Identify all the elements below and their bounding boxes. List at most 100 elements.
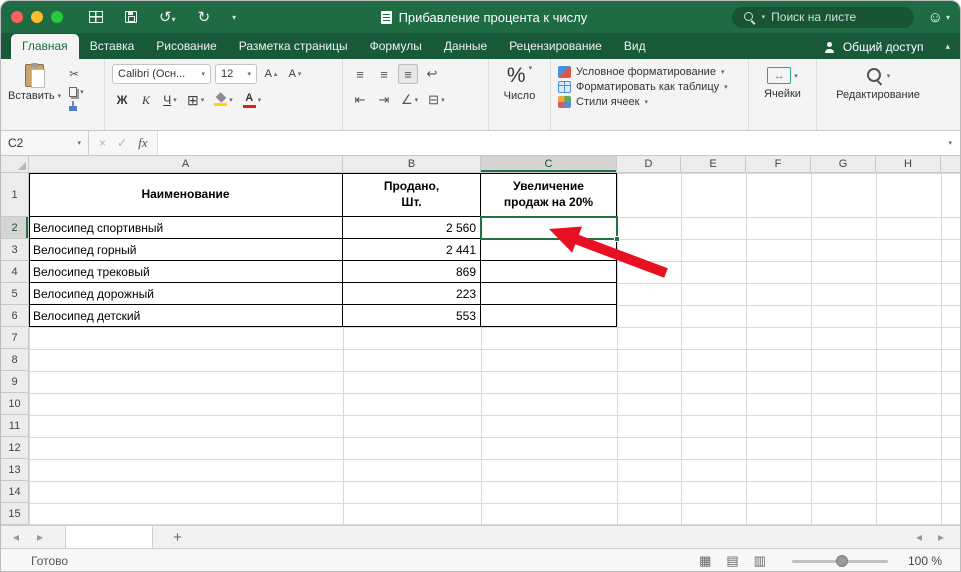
row-header-9[interactable]: 9 bbox=[1, 371, 29, 393]
font-name-select[interactable]: Calibri (Осн... ▾ bbox=[112, 64, 211, 84]
row-header-8[interactable]: 8 bbox=[1, 349, 29, 371]
zoom-slider-thumb[interactable] bbox=[835, 554, 848, 567]
cell-B6[interactable]: 553 bbox=[343, 305, 481, 327]
cancel-entry-icon[interactable]: × bbox=[99, 136, 106, 150]
column-header-C[interactable]: C bbox=[481, 156, 617, 173]
cell-B2[interactable]: 2 560 bbox=[343, 217, 481, 239]
cell-A5[interactable]: Велосипед дорожный bbox=[29, 283, 343, 305]
font-size-select[interactable]: 12 ▾ bbox=[215, 64, 257, 84]
cell-B3[interactable]: 2 441 bbox=[343, 239, 481, 261]
cell-C4[interactable] bbox=[481, 261, 617, 283]
tab-draw[interactable]: Рисование bbox=[145, 34, 227, 59]
row-header-2[interactable]: 2 bbox=[1, 217, 29, 239]
increase-font-button[interactable]: A ▴ bbox=[261, 64, 281, 84]
number-format-label[interactable]: Число bbox=[504, 90, 536, 102]
bold-button[interactable]: Ж bbox=[112, 90, 132, 110]
paste-button[interactable]: Вставить ▾ bbox=[8, 63, 61, 125]
merge-center-button[interactable]: ⊟ ▾ bbox=[425, 90, 447, 110]
row-header-15[interactable]: 15 bbox=[1, 503, 29, 525]
zoom-level-label[interactable]: 100 % bbox=[908, 554, 942, 568]
insert-function-icon[interactable]: fx bbox=[138, 135, 147, 151]
tab-page-layout[interactable]: Разметка страницы bbox=[228, 34, 359, 59]
redo-button[interactable]: ↻ bbox=[198, 8, 211, 26]
align-middle-button[interactable]: ≡ bbox=[374, 64, 394, 84]
row-header-4[interactable]: 4 bbox=[1, 261, 29, 283]
close-window-button[interactable] bbox=[11, 11, 23, 23]
column-header-A[interactable]: A bbox=[29, 156, 343, 173]
undo-button[interactable]: ↺▾ bbox=[159, 8, 176, 26]
zoom-slider[interactable] bbox=[791, 554, 888, 567]
minimize-window-button[interactable] bbox=[31, 11, 43, 23]
borders-button[interactable]: ⊞ ▾ bbox=[184, 90, 207, 110]
cell-styles-button[interactable]: Стили ячеек ▾ bbox=[558, 96, 741, 108]
collapse-ribbon-icon[interactable]: ▴ bbox=[945, 41, 950, 59]
row-header-7[interactable]: 7 bbox=[1, 327, 29, 349]
view-grid-icon[interactable] bbox=[89, 11, 103, 23]
formula-input[interactable] bbox=[158, 131, 941, 155]
row-header-5[interactable]: 5 bbox=[1, 283, 29, 305]
row-header-13[interactable]: 13 bbox=[1, 459, 29, 481]
tab-formulas[interactable]: Формулы bbox=[359, 34, 433, 59]
column-header-H[interactable]: H bbox=[876, 156, 941, 173]
tab-home[interactable]: Главная bbox=[11, 34, 79, 59]
cell-C3[interactable] bbox=[481, 239, 617, 261]
format-painter-button[interactable] bbox=[69, 101, 84, 111]
find-select-button[interactable]: ▾ bbox=[866, 67, 890, 84]
column-header-G[interactable]: G bbox=[811, 156, 876, 173]
cell-A1[interactable]: Наименование bbox=[29, 173, 343, 217]
decrease-font-button[interactable]: A ▾ bbox=[285, 64, 305, 84]
sheet-nav-left-icon[interactable]: ◂ bbox=[13, 530, 19, 544]
underline-button[interactable]: Ч ▾ bbox=[160, 90, 180, 110]
row-header-12[interactable]: 12 bbox=[1, 437, 29, 459]
align-bottom-button[interactable]: ≡ bbox=[398, 64, 418, 84]
cells-button[interactable]: ↔ ▾ bbox=[767, 67, 798, 84]
page-break-view-icon[interactable]: ▥ bbox=[754, 553, 766, 569]
tab-review[interactable]: Рецензирование bbox=[498, 34, 613, 59]
select-all-corner[interactable] bbox=[1, 156, 29, 173]
cell-A3[interactable]: Велосипед горный bbox=[29, 239, 343, 261]
wrap-text-button[interactable]: ↩ bbox=[422, 64, 442, 84]
italic-button[interactable]: К bbox=[136, 90, 156, 110]
fill-handle[interactable] bbox=[614, 236, 620, 242]
row-header-10[interactable]: 10 bbox=[1, 393, 29, 415]
column-header-E[interactable]: E bbox=[681, 156, 746, 173]
sheet-scroll-right-icon[interactable]: ▸ bbox=[938, 530, 944, 544]
share-button[interactable]: Общий доступ bbox=[824, 40, 923, 59]
sheet-nav-right-icon[interactable]: ▸ bbox=[37, 530, 43, 544]
cell-C1[interactable]: Увеличение продаж на 20% bbox=[481, 173, 617, 217]
column-header-F[interactable]: F bbox=[746, 156, 811, 173]
cell-B1[interactable]: Продано, Шт. bbox=[343, 173, 481, 217]
page-layout-view-icon[interactable]: ▤ bbox=[726, 553, 738, 569]
cell-C5[interactable] bbox=[481, 283, 617, 305]
sheet-scroll-left-icon[interactable]: ◂ bbox=[916, 530, 922, 544]
cell-B4[interactable]: 869 bbox=[343, 261, 481, 283]
row-header-6[interactable]: 6 bbox=[1, 305, 29, 327]
tab-data[interactable]: Данные bbox=[433, 34, 498, 59]
cell-C6[interactable] bbox=[481, 305, 617, 327]
tab-insert[interactable]: Вставка bbox=[79, 34, 146, 59]
enter-entry-icon[interactable]: ✓ bbox=[117, 136, 127, 150]
name-box[interactable]: C2 ▾ bbox=[1, 131, 89, 155]
orientation-button[interactable]: ∠ ▾ bbox=[398, 90, 421, 110]
add-sheet-button[interactable]: + bbox=[173, 529, 182, 546]
percent-style-button[interactable]: % ▾ bbox=[507, 64, 532, 88]
decrease-indent-button[interactable]: ⇤ bbox=[350, 90, 370, 110]
row-header-14[interactable]: 14 bbox=[1, 481, 29, 503]
row-header-3[interactable]: 3 bbox=[1, 239, 29, 261]
copy-button[interactable]: ▾ bbox=[69, 87, 84, 97]
format-as-table-button[interactable]: Форматировать как таблицу ▾ bbox=[558, 81, 741, 93]
increase-indent-button[interactable]: ⇥ bbox=[374, 90, 394, 110]
conditional-formatting-button[interactable]: Условное форматирование ▾ bbox=[558, 66, 741, 78]
save-icon[interactable] bbox=[125, 11, 137, 23]
zoom-window-button[interactable] bbox=[51, 11, 63, 23]
active-cell-selection[interactable] bbox=[480, 216, 620, 242]
cell-A2[interactable]: Велосипед спортивный bbox=[29, 217, 343, 239]
fill-color-button[interactable]: ▾ bbox=[211, 90, 236, 110]
search-input[interactable]: ▾ Поиск на листе bbox=[731, 6, 914, 28]
cut-button[interactable]: ✂ bbox=[69, 67, 84, 81]
column-header-B[interactable]: B bbox=[343, 156, 481, 173]
sheet-grid[interactable]: A B C D E F G H 1 2 3 4 5 6 7 8 9 10 11 … bbox=[1, 156, 960, 525]
sheet-tab-active[interactable] bbox=[65, 526, 154, 548]
feedback-button[interactable]: ☺ ▾ bbox=[928, 9, 950, 26]
cell-A4[interactable]: Велосипед трековый bbox=[29, 261, 343, 283]
